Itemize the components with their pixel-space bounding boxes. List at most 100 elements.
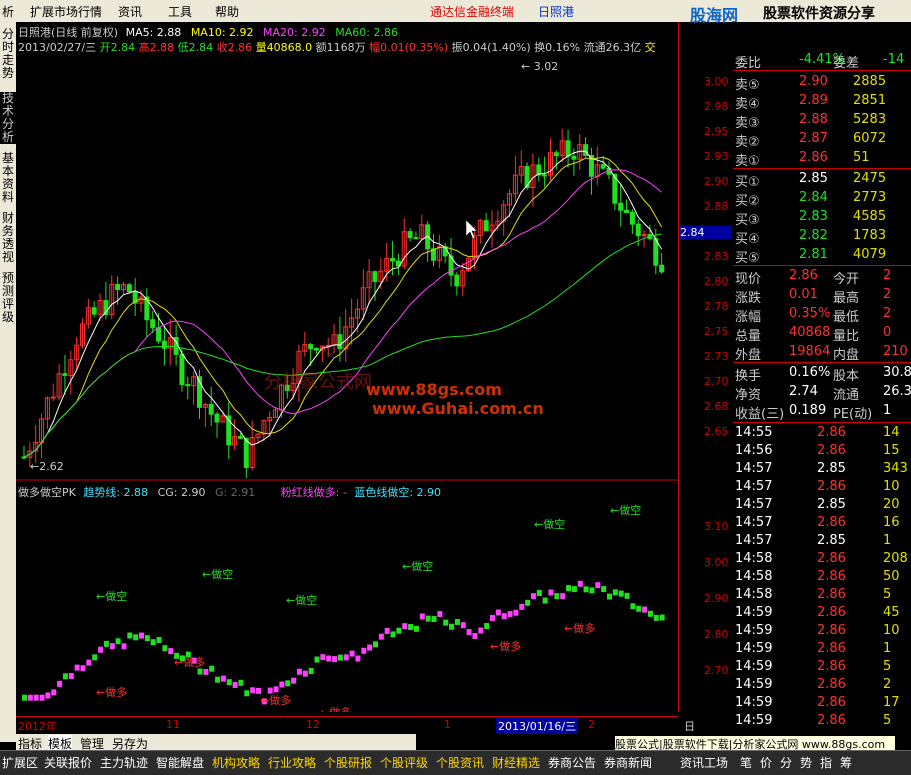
menu-item-info[interactable]: 资讯: [118, 3, 142, 20]
kline-chart-area[interactable]: 日照港(日线 前复权) MA5: 2.88 MA10: 2.92 MA20: 2…: [16, 22, 678, 734]
indicator-dot: [308, 668, 314, 675]
quote-panel: 委比 -4.41% 委差 -14 卖⑤ 2.90 2885 卖④ 2.89 28…: [733, 22, 911, 734]
sell-level-row[interactable]: 卖① 2.86 51: [733, 150, 911, 169]
sell-level-row[interactable]: 卖③ 2.88 5283: [733, 112, 911, 131]
candle-body: [50, 396, 56, 399]
indicator-dot: [595, 582, 601, 589]
tick-row: 14:57 2.85 1: [735, 533, 892, 548]
indicator-dot: [74, 664, 80, 671]
brand-tagline: 股票软件资源分享: [763, 6, 875, 22]
func-broker-notice[interactable]: 券商公告: [548, 754, 596, 771]
buy-level-row[interactable]: 买① 2.85 2475: [733, 171, 911, 190]
indicator-dot: [33, 694, 39, 701]
price-tick-label: 2.88: [704, 200, 729, 213]
func-broker-news[interactable]: 券商新闻: [604, 754, 652, 771]
sell-level-row[interactable]: 卖④ 2.89 2851: [733, 93, 911, 112]
stat-row: 现价 2.86 今开 2: [735, 268, 892, 287]
price-tick-label: 2.95: [704, 125, 729, 138]
tab-finance[interactable]: 财务透视: [0, 212, 16, 264]
long-signal-label: ←做多: [96, 685, 127, 699]
buy-level-row[interactable]: 买③ 2.83 4585: [733, 209, 911, 228]
candle-body: [308, 344, 314, 350]
indicator-dot: [215, 676, 221, 683]
func-stock-news[interactable]: 个股资讯: [436, 754, 484, 771]
candle-body: [600, 164, 606, 169]
func-info-factory[interactable]: 资讯工场: [680, 754, 728, 771]
candle-body: [91, 307, 97, 315]
indicator-dot: [361, 647, 367, 654]
long-signal-label: ←做多: [174, 655, 205, 669]
func-stock-rating[interactable]: 个股评级: [380, 754, 428, 771]
func-stock-report[interactable]: 个股研报: [324, 754, 372, 771]
short-signal-label: ←做空: [534, 517, 565, 531]
menu-item-analysis[interactable]: 析: [2, 3, 14, 20]
sell-level-row[interactable]: 卖② 2.87 6072: [733, 131, 911, 150]
ad-banner[interactable]: 股票公式|股票软件下载|分析家公式网 www.88gs.com: [615, 736, 895, 751]
sell-level-row[interactable]: 卖⑤ 2.90 2885: [733, 74, 911, 93]
menu-item-tools[interactable]: 工具: [168, 3, 192, 20]
func-smart-analysis[interactable]: 智能解盘: [156, 754, 204, 771]
tab-fundamental[interactable]: 基本资料: [0, 152, 16, 204]
menu-item-ext-market[interactable]: 扩展市场行情: [30, 3, 102, 20]
func-index[interactable]: 指: [820, 754, 832, 771]
func-main-track[interactable]: 主力轨迹: [100, 754, 148, 771]
indicator-dot: [355, 655, 361, 662]
indicator-dot: [244, 690, 250, 697]
tab-technical[interactable]: 技术分析: [0, 92, 16, 144]
indicator-dot: [45, 692, 51, 699]
func-inst-strategy[interactable]: 机构攻略: [212, 754, 260, 771]
indicator-dot: [250, 687, 256, 694]
candle-body: [337, 334, 343, 349]
indicator-dot: [642, 606, 648, 613]
indicator-dot: [92, 654, 98, 661]
indicator-dot: [630, 603, 636, 610]
candle-body: [115, 284, 121, 291]
func-finance-select[interactable]: 财经精选: [492, 754, 540, 771]
tick-row: 14:58 2.86 208: [735, 551, 908, 566]
indicator-dot: [437, 611, 443, 618]
func-related-quote[interactable]: 关联报价: [44, 754, 92, 771]
indicator-dot: [484, 623, 490, 630]
func-chips[interactable]: 筹: [840, 754, 852, 771]
func-tick[interactable]: 笔: [740, 754, 752, 771]
indicator-dot: [197, 668, 203, 675]
price-tick-label: 2.80: [704, 275, 729, 288]
buy-level-row[interactable]: 买② 2.84 2773: [733, 190, 911, 209]
candle-body: [413, 237, 419, 240]
candle-body: [372, 271, 378, 282]
indicator-dot: [103, 640, 109, 647]
short-signal-label: ←做空: [610, 503, 641, 517]
price-tick-label: 2.83: [704, 250, 729, 263]
buy-level-row[interactable]: 买④ 2.82 1783: [733, 228, 911, 247]
low-price-mark: ←2.62: [30, 460, 64, 473]
indicator-dot: [507, 611, 513, 618]
buy-level-row[interactable]: 买⑤ 2.81 4079: [733, 247, 911, 266]
candle-body: [156, 327, 162, 342]
func-ext-area[interactable]: 扩展区: [2, 754, 38, 771]
tab-forecast[interactable]: 预测评级: [0, 272, 16, 324]
candle-body: [62, 373, 68, 376]
candle-body: [314, 348, 319, 351]
candle-body: [126, 284, 132, 293]
indicator-dot: [302, 670, 308, 677]
indicator-dot: [542, 597, 548, 604]
indicator-dot: [659, 614, 665, 621]
indicator-dot: [607, 593, 612, 600]
indicator-dot: [636, 605, 642, 612]
candle-body: [214, 413, 220, 423]
indicator-dot: [396, 627, 402, 634]
indicator-dot: [566, 585, 572, 592]
tab-intraday[interactable]: 分时走势: [0, 28, 16, 80]
func-industry-strategy[interactable]: 行业攻略: [268, 754, 316, 771]
indicator-dot: [390, 631, 396, 638]
menu-item-help[interactable]: 帮助: [215, 3, 239, 20]
candle-body: [571, 155, 577, 160]
stat-row: 总量 40868 量比 0: [735, 325, 892, 344]
func-price[interactable]: 价: [760, 754, 772, 771]
candle-body: [390, 258, 396, 262]
indicator-dot: [419, 613, 425, 620]
func-minute[interactable]: 分: [780, 754, 792, 771]
price-tick-label: 2.70: [704, 375, 729, 388]
candle-body: [624, 209, 630, 213]
func-trend[interactable]: 势: [800, 754, 812, 771]
